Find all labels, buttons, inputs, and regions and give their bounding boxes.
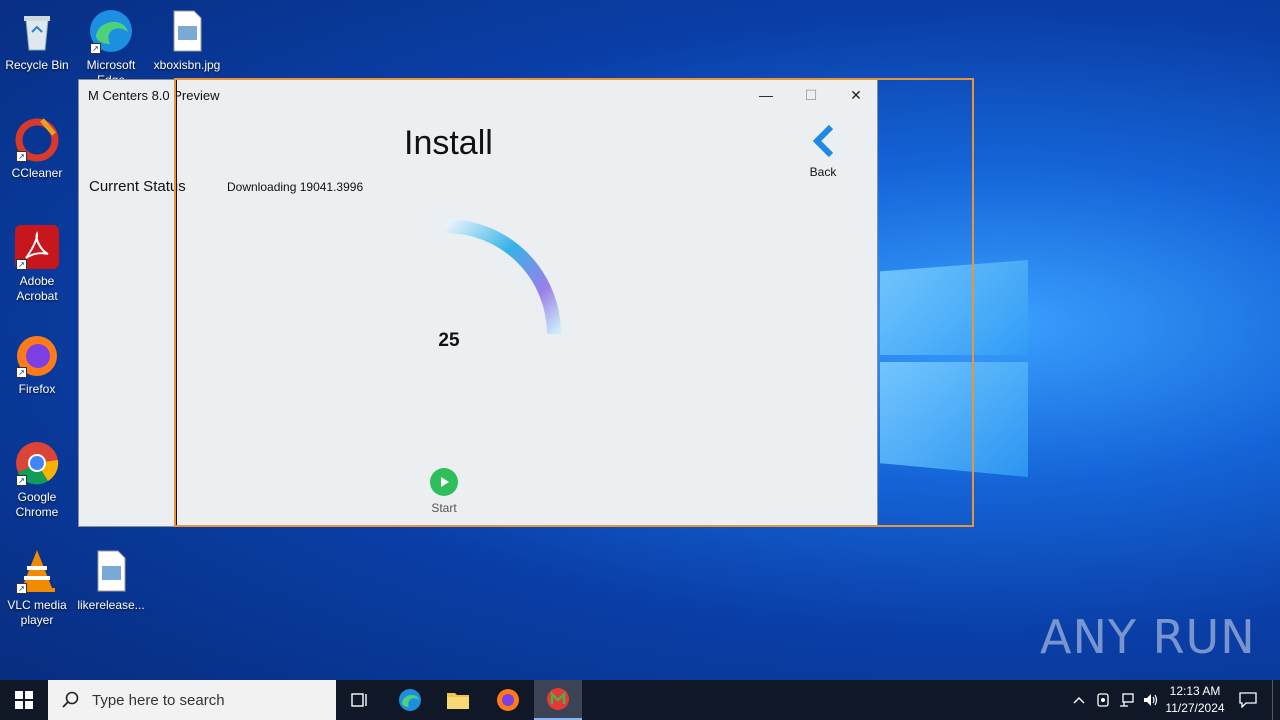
anyrun-watermark: ANY RUN <box>1040 610 1256 664</box>
device-icon <box>1097 693 1109 707</box>
image-file-icon <box>88 548 134 594</box>
desktop-icon-recycle-bin[interactable]: Recycle Bin <box>0 8 74 73</box>
start-menu-button[interactable] <box>0 680 48 720</box>
desktop-icon-label: VLC media player <box>7 598 67 627</box>
task-view-icon <box>351 693 367 707</box>
desktop-icon-firefox[interactable]: ↗ Firefox <box>0 332 74 397</box>
desktop-icon-label: Firefox <box>18 382 56 396</box>
network-icon <box>1120 693 1134 707</box>
search-icon <box>62 691 79 708</box>
clock-time: 12:13 AM <box>1169 684 1221 698</box>
selection-frame <box>174 78 974 527</box>
windows-icon <box>15 691 33 709</box>
desktop-icon-ccleaner[interactable]: ↗ CCleaner <box>0 116 74 181</box>
current-status-label: Current Status <box>89 178 186 195</box>
desktop-icon-label: Google Chrome <box>15 490 59 519</box>
desktop-icon-label: CCleaner <box>11 166 63 180</box>
firefox-icon: ↗ <box>14 332 60 378</box>
firefox-icon <box>497 689 519 711</box>
search-placeholder: Type here to search <box>92 691 225 709</box>
taskbar: Type here to search 12:13 AM 11/27/2024 <box>0 680 1280 720</box>
desktop-icon-google-chrome[interactable]: ↗ Google Chrome <box>0 440 74 520</box>
desktop-icon-label: Microsoft Edge <box>86 58 136 80</box>
desktop-icon-label: likerelease... <box>77 598 145 612</box>
clock-date: 11/27/2024 <box>1165 701 1225 715</box>
edge-icon: ↗ <box>88 8 134 54</box>
desktop-icon-edge[interactable]: ↗ Microsoft Edge <box>74 8 148 80</box>
show-desktop-button[interactable] <box>1272 680 1280 720</box>
notifications-button[interactable] <box>1234 680 1262 720</box>
network-button[interactable] <box>1116 680 1138 720</box>
notification-icon <box>1239 692 1257 708</box>
chrome-icon: ↗ <box>14 440 60 486</box>
task-view-button[interactable] <box>336 680 384 720</box>
image-file-icon <box>164 8 210 54</box>
ccleaner-icon: ↗ <box>14 116 60 162</box>
m-centers-icon <box>547 688 569 710</box>
vlc-icon: ↗ <box>14 548 60 594</box>
desktop-icon-xboxisbn[interactable]: xboxisbn.jpg <box>150 8 224 73</box>
folder-icon <box>447 693 469 709</box>
volume-button[interactable] <box>1140 680 1162 720</box>
edge-icon <box>399 689 421 711</box>
recycle-bin-icon <box>14 8 60 54</box>
speaker-icon <box>1144 694 1158 706</box>
desktop-icon-label: Adobe Acrobat <box>16 274 58 303</box>
acrobat-icon: ↗ <box>14 224 60 270</box>
show-hidden-icons-button[interactable] <box>1068 680 1090 720</box>
desktop-icon-label: xboxisbn.jpg <box>153 58 221 72</box>
taskbar-file-explorer[interactable] <box>434 680 482 720</box>
chevron-up-icon <box>1073 697 1085 704</box>
desktop-icon-likerelease[interactable]: likerelease... <box>74 548 148 613</box>
taskbar-m-centers[interactable] <box>534 680 582 720</box>
tray-device-button[interactable] <box>1092 680 1114 720</box>
taskbar-clock[interactable]: 12:13 AM 11/27/2024 <box>1162 683 1228 717</box>
desktop-icon-vlc[interactable]: ↗ VLC media player <box>0 548 74 628</box>
taskbar-edge[interactable] <box>386 680 434 720</box>
taskbar-search-box[interactable]: Type here to search <box>48 680 336 720</box>
desktop-icon-adobe-acrobat[interactable]: ↗ Adobe Acrobat <box>0 224 74 304</box>
desktop-icon-label: Recycle Bin <box>5 58 69 72</box>
taskbar-firefox[interactable] <box>484 680 532 720</box>
